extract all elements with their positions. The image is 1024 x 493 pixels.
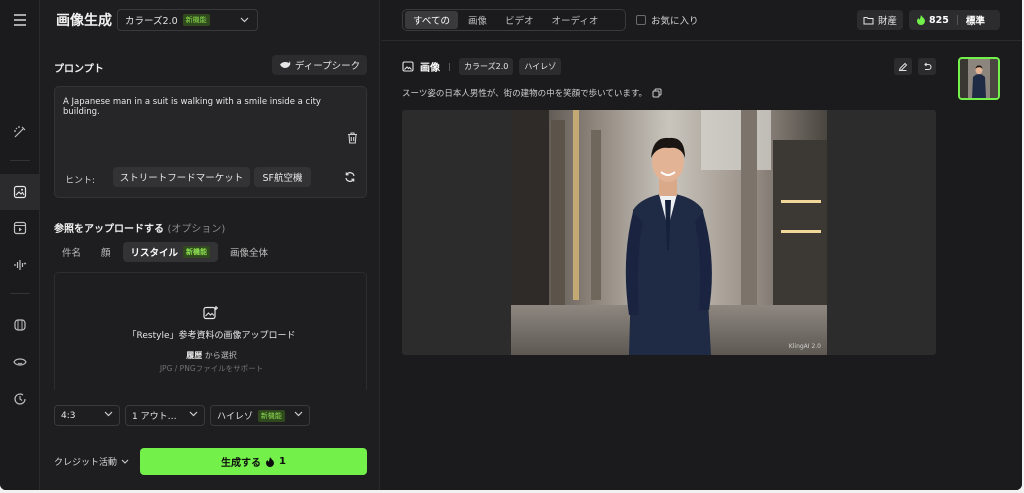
history-link[interactable]: 履歴 [186, 351, 202, 360]
favorites-label: お気に入り [651, 16, 699, 27]
hint-label: ヒント: [65, 176, 96, 186]
whale-icon [279, 61, 291, 68]
quality-select[interactable]: ハイレゾ 新機能 [210, 405, 310, 426]
folder-icon [863, 16, 874, 24]
upload-title: 「Restyle」参考資料の画像アップロード [127, 331, 296, 341]
filter-video[interactable]: ビデオ [497, 11, 542, 29]
pencil-icon [898, 62, 908, 71]
new-feature-badge: 新機能 [183, 246, 211, 258]
chevron-down-icon [294, 411, 303, 417]
credits-count: 825 [929, 14, 949, 26]
credit-flame-icon [266, 456, 275, 467]
credit-activity-menu[interactable]: クレジット活動 [54, 455, 129, 468]
result-type-label: 画像 [420, 63, 440, 74]
results-area: すべての 画像 ビデオ オーディオ お気に入り 財産 825 標準 画像 カラー… [381, 0, 1022, 490]
model-select[interactable]: カラーズ2.0 新機能 [117, 9, 258, 31]
app-window: 画像生成 カラーズ2.0 新機能 プロンプト ディープシーク A Japanes… [0, 0, 1022, 490]
chevron-down-icon [104, 411, 113, 417]
history-suffix: から選択 [204, 351, 237, 360]
result-canvas: KlingAI 2.0 [402, 110, 936, 355]
plan-label: 標準 [965, 16, 985, 27]
watermark: KlingAI 2.0 [788, 343, 821, 350]
eye-icon[interactable] [0, 344, 40, 380]
result-model-tag: カラーズ2.0 [459, 58, 514, 75]
credit-flame-icon [917, 15, 925, 25]
left-rail [0, 0, 40, 490]
chevron-down-icon [240, 17, 249, 23]
result-thumbnail[interactable] [958, 57, 1000, 100]
tab-restyle[interactable]: リスタイル 新機能 [122, 242, 219, 262]
result-description-text: スーツ姿の日本人男性が、街の建物の中を笑顔で歩いています。 [402, 89, 648, 99]
audio-waveform-icon[interactable] [0, 247, 40, 283]
deepseek-button[interactable]: ディープシーク [272, 55, 367, 75]
deepseek-label: ディープシーク [294, 61, 361, 72]
result-header: 画像 カラーズ2.0 ハイレゾ [402, 58, 562, 75]
output-count-value: 1 アウト… [132, 412, 177, 422]
new-feature-badge: 新機能 [182, 14, 210, 26]
edit-button[interactable] [894, 58, 912, 75]
refresh-icon [345, 172, 355, 182]
reference-upload-area[interactable]: 「Restyle」参考資料の画像アップロード 履歴 から選択 JPG / PNG… [54, 272, 367, 390]
model-cube-icon[interactable] [0, 307, 40, 343]
optional-label: (オプション) [167, 224, 226, 235]
tab-subject[interactable]: 件名 [54, 242, 89, 262]
regenerate-button[interactable] [918, 58, 936, 75]
media-filter-tabs: すべての 画像 ビデオ オーディオ [402, 9, 626, 31]
aspect-ratio-value: 4:3 [61, 410, 76, 421]
image-generation-icon[interactable] [0, 174, 40, 210]
chevron-down-icon [189, 411, 198, 417]
upload-history-line: 履歴 から選択 [55, 350, 368, 361]
favorites-checkbox[interactable] [636, 15, 646, 25]
page-title: 画像生成 [56, 13, 112, 29]
refresh-hints-button[interactable] [344, 171, 356, 186]
prompt-text[interactable]: A Japanese man in a suit is walking with… [63, 97, 353, 117]
tab-whole-image[interactable]: 画像全体 [222, 242, 276, 262]
new-feature-badge: 新機能 [257, 409, 285, 422]
generate-button[interactable]: 生成する 1 [140, 448, 367, 475]
filter-all[interactable]: すべての [405, 11, 458, 29]
magic-wand-icon[interactable] [0, 114, 40, 150]
tab-face[interactable]: 顔 [93, 242, 119, 262]
undo-icon [924, 62, 932, 70]
trash-icon [348, 132, 357, 144]
control-panel: 画像生成 カラーズ2.0 新機能 プロンプト ディープシーク A Japanes… [40, 0, 380, 490]
hint-chip-street-food[interactable]: ストリートフードマーケット [113, 167, 250, 187]
prompt-section-label: プロンプト [54, 64, 104, 75]
clear-prompt-button[interactable] [347, 132, 358, 147]
upload-format-note: JPG / PNGファイルをサポート [159, 364, 264, 373]
filter-image[interactable]: 画像 [460, 11, 495, 29]
video-generation-icon[interactable] [0, 210, 40, 246]
output-count-select[interactable]: 1 アウト… [125, 405, 205, 426]
aspect-ratio-select[interactable]: 4:3 [54, 405, 120, 426]
prompt-input[interactable]: A Japanese man in a suit is walking with… [54, 86, 367, 198]
result-description: スーツ姿の日本人男性が、街の建物の中を笑顔で歩いています。 [402, 87, 662, 99]
hint-chip-sf-aircraft[interactable]: SF航空機 [254, 167, 311, 187]
reference-label: 参照をアップロードする [54, 224, 164, 235]
generated-image[interactable]: KlingAI 2.0 [511, 110, 827, 355]
image-icon [402, 61, 414, 72]
tab-restyle-label: リスタイル [130, 248, 179, 259]
generate-cost: 1 [279, 456, 286, 467]
credit-activity-label: クレジット活動 [54, 458, 118, 468]
reference-section-label: 参照をアップロードする (オプション) [54, 220, 225, 235]
credits-balance[interactable]: 825 標準 [909, 10, 1000, 30]
model-select-value: カラーズ2.0 [125, 16, 178, 27]
favorites-toggle[interactable]: お気に入り [636, 13, 699, 27]
result-quality-tag: ハイレゾ [519, 58, 562, 75]
generate-label: 生成する [221, 458, 262, 469]
quality-value: ハイレゾ [217, 412, 253, 422]
assets-button[interactable]: 財産 [857, 10, 903, 30]
menu-icon[interactable] [0, 2, 40, 38]
assets-label: 財産 [877, 16, 897, 27]
copy-icon[interactable] [652, 88, 662, 98]
history-icon[interactable] [0, 381, 40, 417]
chevron-down-icon [121, 459, 129, 464]
filter-audio[interactable]: オーディオ [544, 11, 607, 29]
reference-tabs: 件名 顔 リスタイル 新機能 画像全体 [54, 242, 276, 264]
image-upload-icon [203, 305, 219, 323]
